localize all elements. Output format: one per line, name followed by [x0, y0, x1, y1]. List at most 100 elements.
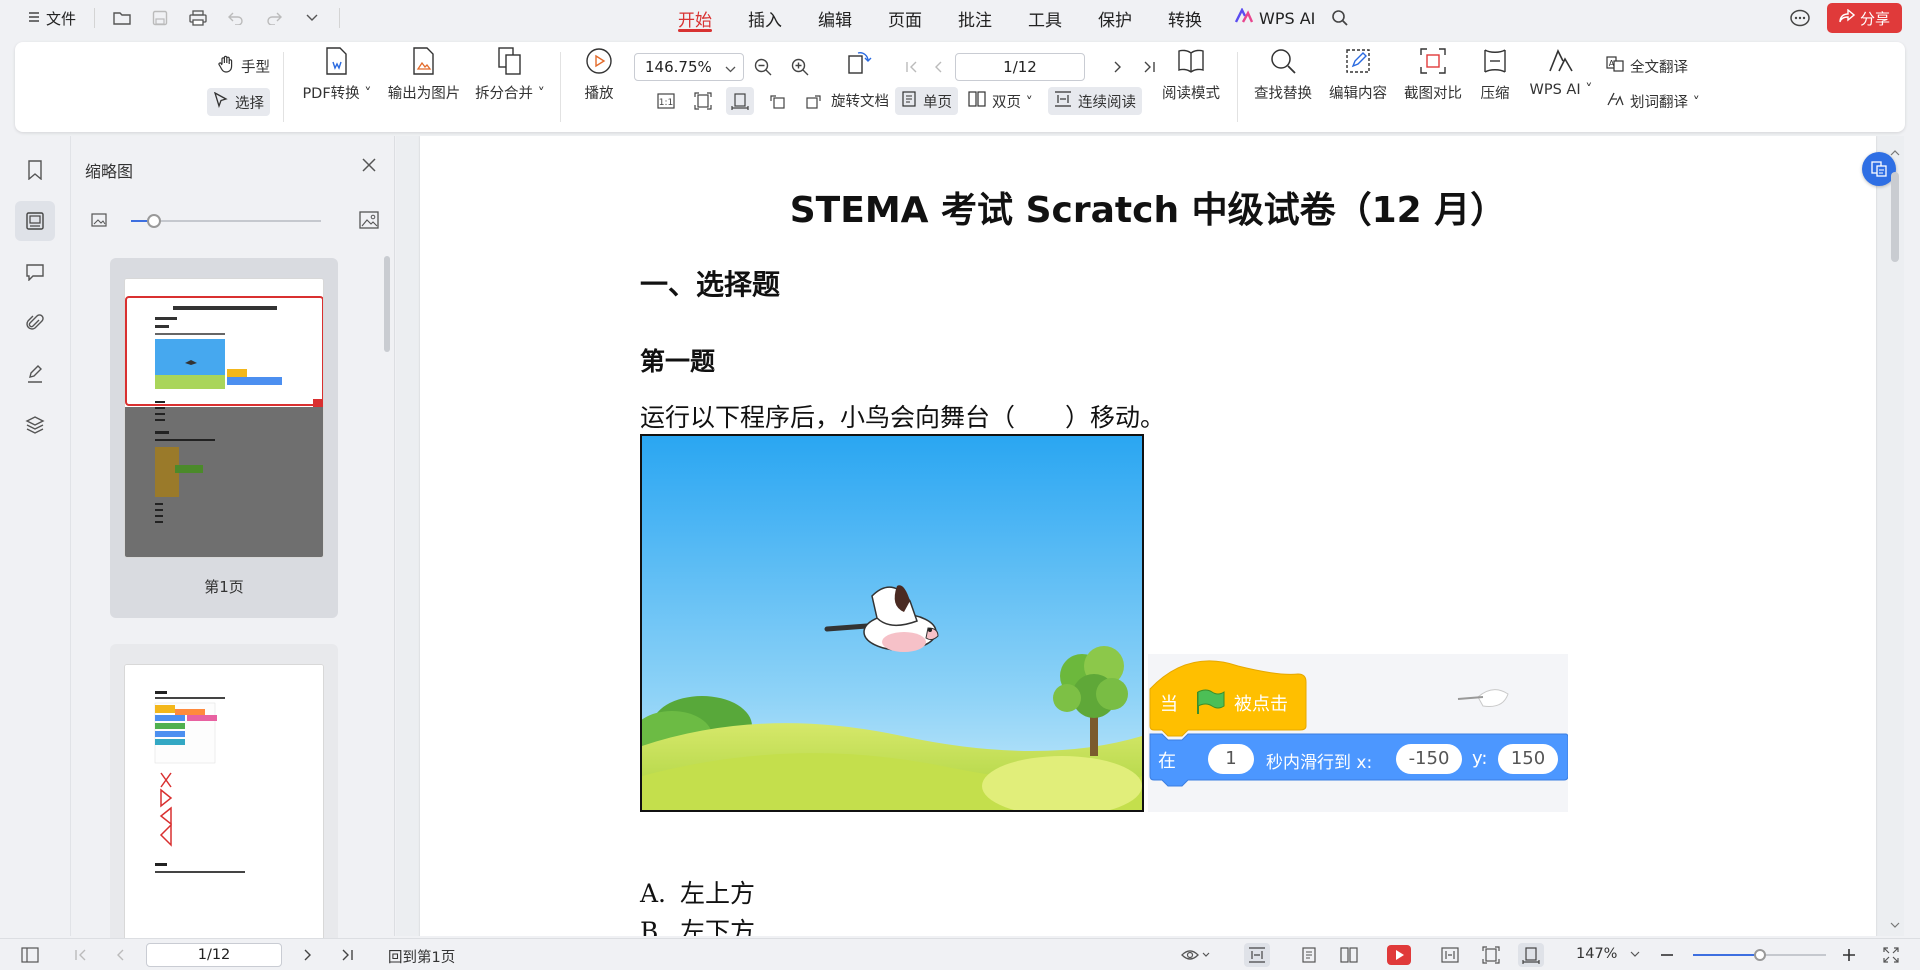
double-page-button[interactable]: 双页 ˅: [962, 87, 1039, 115]
zoom-out-minus-icon[interactable]: [1654, 943, 1680, 967]
search-icon: [1268, 46, 1298, 76]
compress-button[interactable]: 压缩: [1473, 46, 1517, 103]
page-number-input[interactable]: 1/12: [955, 53, 1085, 81]
export-image-button[interactable]: 输出为图片: [383, 46, 465, 103]
save-icon[interactable]: [143, 3, 177, 33]
fullscreen-icon[interactable]: [1878, 943, 1904, 967]
rotate-document-button[interactable]: [823, 46, 897, 76]
thumbnail-page-1[interactable]: 第1页: [110, 258, 338, 618]
status-zoom-value[interactable]: 147%: [1576, 946, 1617, 962]
wps-ai-menu[interactable]: WPS AI: [1220, 7, 1323, 28]
previous-page-icon[interactable]: [108, 943, 134, 967]
wps-ai-logo-icon: [1234, 7, 1254, 28]
play-button[interactable]: 播放: [577, 46, 621, 103]
redo-icon[interactable]: [257, 3, 291, 33]
fit-page-icon[interactable]: [1478, 943, 1504, 967]
share-button[interactable]: 分享: [1826, 3, 1902, 33]
attachment-icon[interactable]: [15, 303, 55, 343]
next-page-icon[interactable]: [1103, 53, 1131, 81]
continuous-read-button[interactable]: 连续阅读: [1048, 87, 1142, 115]
file-menu-button[interactable]: 文件: [20, 4, 84, 33]
menu-tab-page[interactable]: 页面: [870, 0, 940, 36]
more-chevron-down-icon[interactable]: [295, 3, 329, 33]
first-page-icon[interactable]: [898, 53, 926, 81]
thumbnails-icon[interactable]: [15, 201, 55, 241]
continuous-view-icon[interactable]: [1244, 943, 1270, 967]
section-heading: 一、选择题: [640, 268, 781, 301]
menu-tab-protect[interactable]: 保护: [1080, 0, 1150, 36]
menu-tab-tools[interactable]: 工具: [1010, 0, 1080, 36]
double-page-view-icon[interactable]: [1336, 943, 1362, 967]
undo-icon[interactable]: [219, 3, 253, 33]
status-zoom-slider[interactable]: [1693, 949, 1826, 961]
reading-mode-label: 阅读模式: [1162, 86, 1220, 102]
thumbnail-scrollbar[interactable]: [384, 256, 390, 352]
word-translate-button[interactable]: 划词翻译 ˅: [1600, 87, 1706, 115]
play-slideshow-icon[interactable]: [1386, 943, 1412, 967]
edit-content-button[interactable]: 编辑内容: [1322, 46, 1394, 103]
close-icon[interactable]: [362, 158, 376, 176]
full-translate-button[interactable]: A 全文翻译: [1600, 52, 1694, 80]
fit-width-icon[interactable]: [726, 87, 754, 115]
comment-icon[interactable]: [15, 252, 55, 292]
first-page-icon[interactable]: [68, 943, 94, 967]
split-merge-button[interactable]: 拆分合并 ˅: [472, 46, 548, 103]
menu-tab-start[interactable]: 开始: [660, 0, 730, 36]
title-bar: 文件 开始 插入 编辑 页面 批注 工具 保护 转换 WPS AI 分享: [0, 0, 1920, 36]
reading-mode-button[interactable]: 阅读模式: [1155, 46, 1227, 103]
thumbnail-size-slider[interactable]: [91, 210, 381, 230]
menu-tab-edit[interactable]: 编辑: [800, 0, 870, 36]
toggle-sidebar-icon[interactable]: [17, 943, 43, 967]
glide-text: 秒内滑行到 x:: [1266, 753, 1373, 773]
single-page-button[interactable]: 单页: [895, 87, 958, 115]
divider: [1237, 52, 1238, 122]
find-replace-button[interactable]: 查找替换: [1247, 46, 1319, 103]
menu-tab-insert[interactable]: 插入: [730, 0, 800, 36]
large-image-icon: [359, 210, 379, 234]
actual-width-icon[interactable]: [1518, 943, 1544, 967]
select-tool-button[interactable]: 选择: [207, 88, 270, 116]
status-page-input[interactable]: 1/12: [146, 943, 282, 967]
divider: [339, 8, 341, 28]
split-merge-label: 拆分合并 ˅: [475, 86, 545, 102]
menu-tab-comment[interactable]: 批注: [940, 0, 1010, 36]
hand-tool-label: 手型: [241, 59, 270, 76]
zoom-slider-handle[interactable]: [1753, 949, 1766, 961]
previous-page-icon[interactable]: [925, 53, 953, 81]
signature-pen-icon[interactable]: [15, 354, 55, 394]
fit-page-icon[interactable]: [689, 87, 717, 115]
pdf-page: STEMA 考试 Scratch 中级试卷（12 月） 一、选择题 第一题 运行…: [420, 136, 1876, 936]
open-folder-icon[interactable]: [105, 3, 139, 33]
document-scrollbar[interactable]: [1888, 136, 1902, 936]
pdf-convert-button[interactable]: PDF转换 ˅: [301, 46, 373, 103]
last-page-icon[interactable]: [334, 943, 360, 967]
cloud-chat-icon[interactable]: [1789, 8, 1811, 28]
menu-tab-convert[interactable]: 转换: [1150, 0, 1220, 36]
bookmark-icon[interactable]: [15, 150, 55, 190]
print-icon[interactable]: [181, 3, 215, 33]
zoom-in-plus-icon[interactable]: [1836, 943, 1862, 967]
x-value: -150: [1408, 748, 1450, 769]
next-page-icon[interactable]: [294, 943, 320, 967]
slider-handle[interactable]: [146, 214, 161, 228]
view-eye-icon[interactable]: [1176, 943, 1216, 967]
back-to-first-page-link[interactable]: 回到第1页: [388, 946, 455, 967]
rotate-document-label[interactable]: 旋转文档: [823, 88, 897, 112]
zoom-dropdown-chevron-icon[interactable]: [1622, 943, 1648, 967]
edit-content-label: 编辑内容: [1329, 86, 1387, 102]
zoom-out-icon[interactable]: [749, 53, 777, 81]
thumbnail-page-2[interactable]: [110, 644, 338, 954]
wps-ai-ribbon-button[interactable]: WPS AI ˅: [1524, 46, 1598, 98]
actual-size-icon[interactable]: 1:1: [652, 87, 680, 115]
single-page-view-icon[interactable]: [1296, 943, 1322, 967]
hand-tool-button[interactable]: 手型: [211, 52, 276, 80]
rotate-left-icon[interactable]: [763, 87, 791, 115]
scrollbar-thumb[interactable]: [1891, 172, 1899, 262]
zoom-select[interactable]: 146.75%: [634, 53, 744, 81]
search-icon[interactable]: [1323, 3, 1357, 33]
fit-width-icon[interactable]: [1437, 943, 1463, 967]
export-image-label: 输出为图片: [387, 86, 461, 102]
layers-icon[interactable]: [15, 405, 55, 445]
screenshot-compare-button[interactable]: 截图对比: [1397, 46, 1469, 103]
zoom-in-icon[interactable]: [786, 53, 814, 81]
